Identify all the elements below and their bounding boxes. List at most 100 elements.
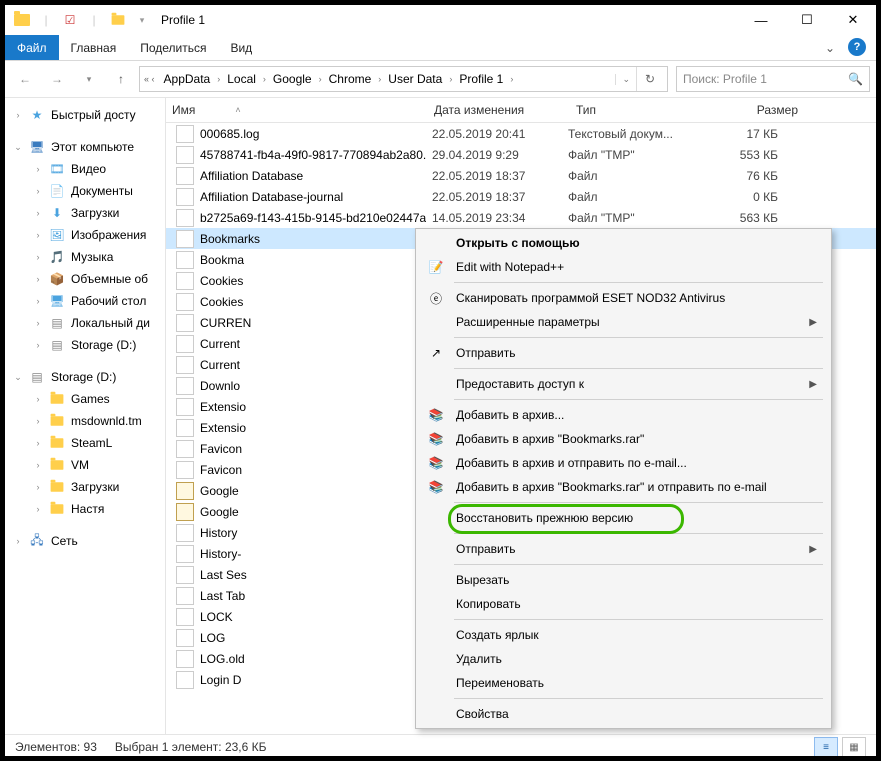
menu-item-label: Переименовать [456, 676, 544, 690]
tree-item[interactable]: ›SteamL [5, 432, 165, 454]
file-date: 22.05.2019 18:37 [426, 169, 562, 183]
history-dropdown-icon[interactable]: ⌄ [615, 74, 636, 85]
menu-item[interactable]: Вырезать [416, 568, 831, 592]
minimize-button[interactable]: — [738, 5, 784, 35]
menu-item[interactable]: ⓔСканировать программой ESET NOD32 Antiv… [416, 286, 831, 310]
tree-item[interactable]: ›Games [5, 388, 165, 410]
tree-quick-access[interactable]: › ★ Быстрый досту [5, 104, 165, 126]
chevron-right-icon: › [13, 110, 23, 120]
file-name: Last Tab [200, 589, 245, 603]
file-size: 563 КБ [698, 211, 784, 225]
tree-item[interactable]: ›🎵Музыка [5, 246, 165, 268]
tree-item[interactable]: ›📦Объемные об [5, 268, 165, 290]
search-input[interactable]: Поиск: Profile 1 🔍 [676, 66, 870, 92]
menu-item[interactable]: 📚Добавить в архив... [416, 403, 831, 427]
view-details-button[interactable]: ≡ [814, 737, 838, 757]
qat-dropdown[interactable]: ▾ [131, 9, 153, 31]
network-icon: 🖧 [29, 533, 45, 549]
tree-item[interactable]: ›⬇Загрузки [5, 202, 165, 224]
column-headers[interactable]: Имя˄ Дата изменения Тип Размер [166, 98, 876, 123]
menu-item[interactable]: Копировать [416, 592, 831, 616]
view-icons-button[interactable]: ▦ [842, 737, 866, 757]
address-row: ← → ▾ ↑ « ‹ AppData› Local› Google› Chro… [5, 61, 876, 98]
menu-item[interactable]: Удалить [416, 647, 831, 671]
tree-item[interactable]: ›▤Локальный ди [5, 312, 165, 334]
menu-separator [454, 698, 823, 699]
file-name: 45788741-fb4a-49f0-9817-770894ab2a80.t..… [200, 148, 426, 162]
menu-item[interactable]: 📚Добавить в архив "Bookmarks.rar" и отпр… [416, 475, 831, 499]
tree-item[interactable]: ›VM [5, 454, 165, 476]
tree-item[interactable]: ›🎞Видео [5, 158, 165, 180]
menu-separator [454, 619, 823, 620]
file-name: History [200, 526, 237, 540]
menu-item-label: Открыть с помощью [456, 236, 580, 250]
file-date: 22.05.2019 18:37 [426, 190, 562, 204]
crumb[interactable]: Chrome [324, 72, 377, 86]
table-row[interactable]: 45788741-fb4a-49f0-9817-770894ab2a80.t..… [166, 144, 876, 165]
ribbon-expand-icon[interactable]: ⌄ [818, 35, 842, 60]
folder-icon: 📄 [49, 183, 65, 199]
file-name: Cookies [200, 295, 243, 309]
tree-item[interactable]: ›Загрузки [5, 476, 165, 498]
menu-item[interactable]: Создать ярлык [416, 623, 831, 647]
file-icon [176, 314, 194, 332]
table-row[interactable]: b2725a69-f143-415b-9145-bd210e02447a...1… [166, 207, 876, 228]
tree-item[interactable]: ›Настя [5, 498, 165, 520]
menu-item[interactable]: Отправить▶ [416, 537, 831, 561]
menu-item[interactable]: Расширенные параметры▶ [416, 310, 831, 334]
nav-recent-dropdown[interactable]: ▾ [75, 65, 103, 93]
nav-back-button[interactable]: ← [11, 65, 39, 93]
tree-item[interactable]: ›📄Документы [5, 180, 165, 202]
search-icon: 🔍 [848, 72, 863, 86]
menu-item-label: Удалить [456, 652, 502, 666]
tab-file[interactable]: Файл [5, 35, 59, 60]
tree-item[interactable]: ›🖥Рабочий стол [5, 290, 165, 312]
nav-tree[interactable]: › ★ Быстрый досту ⌄ 🖥 Этот компьюте ›🎞Ви… [5, 98, 166, 734]
crumb[interactable]: AppData [159, 72, 216, 86]
table-row[interactable]: Affiliation Database-journal22.05.2019 1… [166, 186, 876, 207]
file-name: b2725a69-f143-415b-9145-bd210e02447a... [200, 211, 426, 225]
col-name[interactable]: Имя˄ [166, 103, 428, 117]
tree-network[interactable]: › 🖧 Сеть [5, 530, 165, 552]
help-icon[interactable]: ? [848, 38, 866, 56]
menu-item[interactable]: Переименовать [416, 671, 831, 695]
tree-this-pc[interactable]: ⌄ 🖥 Этот компьюте [5, 136, 165, 158]
folder-icon [49, 413, 65, 429]
col-date[interactable]: Дата изменения [428, 103, 570, 117]
tab-home[interactable]: Главная [59, 35, 129, 60]
menu-item[interactable]: Восстановить прежнюю версию [416, 506, 831, 530]
breadcrumb[interactable]: « ‹ AppData› Local› Google› Chrome› User… [139, 66, 668, 92]
crumb[interactable]: Local [222, 72, 261, 86]
close-button[interactable]: ✕ [830, 5, 876, 35]
menu-item[interactable]: 📝Edit with Notepad++ [416, 255, 831, 279]
crumb[interactable]: Profile 1 [454, 72, 508, 86]
nav-up-button[interactable]: ↑ [107, 65, 135, 93]
folder-icon [49, 501, 65, 517]
menu-item[interactable]: ↗Отправить [416, 341, 831, 365]
col-size[interactable]: Размер [712, 103, 804, 117]
menu-item[interactable]: Предоставить доступ к▶ [416, 372, 831, 396]
col-type[interactable]: Тип [570, 103, 712, 117]
crumb[interactable]: User Data [383, 72, 447, 86]
menu-item[interactable]: 📚Добавить в архив и отправить по e-mail.… [416, 451, 831, 475]
tree-item[interactable]: ›🖼Изображения [5, 224, 165, 246]
breadcrumb-overflow[interactable]: « ‹ [144, 74, 159, 84]
menu-item[interactable]: Открыть с помощью [416, 231, 831, 255]
table-row[interactable]: 000685.log22.05.2019 20:41Текстовый доку… [166, 123, 876, 144]
context-menu[interactable]: Открыть с помощью 📝Edit with Notepad++ ⓔСк… [415, 228, 832, 729]
tab-share[interactable]: Поделиться [128, 35, 218, 60]
properties-icon[interactable]: ☑ [59, 9, 81, 31]
maximize-button[interactable]: ☐ [784, 5, 830, 35]
menu-item-label: Создать ярлык [456, 628, 539, 642]
tab-view[interactable]: Вид [218, 35, 264, 60]
folder-icon-small[interactable] [107, 9, 129, 31]
nav-forward-button[interactable]: → [43, 65, 71, 93]
refresh-icon[interactable]: ↻ [636, 67, 663, 91]
menu-item[interactable]: Свойства [416, 702, 831, 726]
tree-item[interactable]: ›▤Storage (D:) [5, 334, 165, 356]
table-row[interactable]: Affiliation Database22.05.2019 18:37Файл… [166, 165, 876, 186]
tree-item[interactable]: ›msdownld.tm [5, 410, 165, 432]
tree-storage[interactable]: ⌄ ▤ Storage (D:) [5, 366, 165, 388]
menu-item[interactable]: 📚Добавить в архив "Bookmarks.rar" [416, 427, 831, 451]
crumb[interactable]: Google [268, 72, 317, 86]
